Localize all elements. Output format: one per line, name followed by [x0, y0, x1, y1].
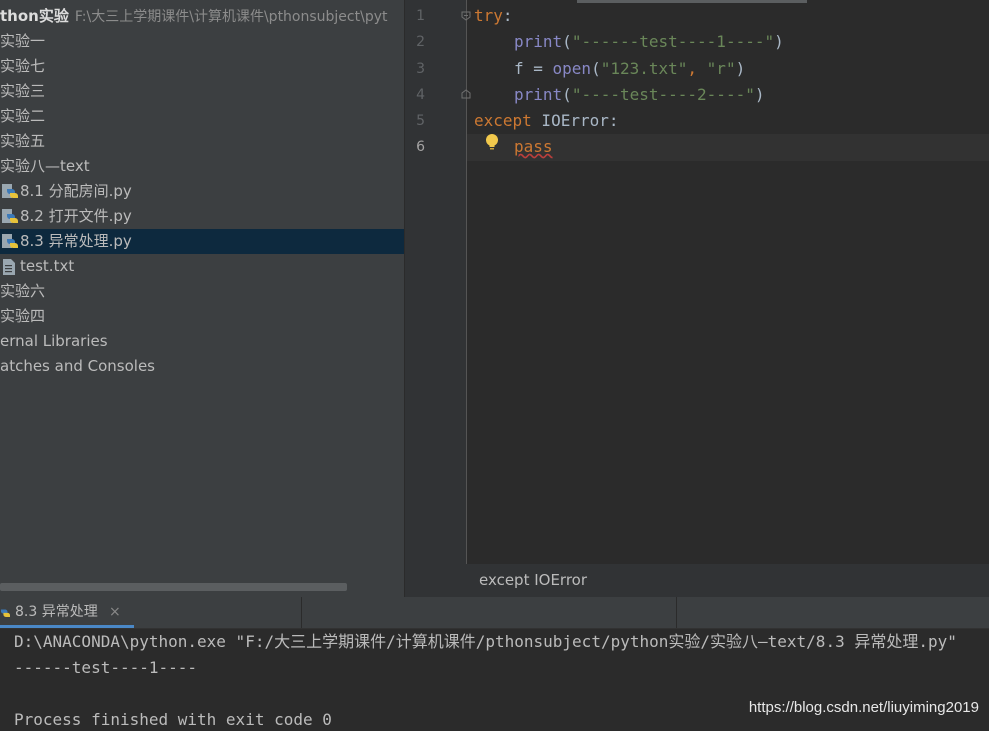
- builtin-open: open: [552, 59, 592, 78]
- string-literal: "123.txt": [600, 59, 688, 78]
- punctuation: (: [591, 59, 601, 78]
- code-line-1: try:: [474, 3, 513, 29]
- run-tab-bar: 8.3 异常处理 ×: [0, 597, 989, 629]
- tree-item-label: 8.2 打开文件.py: [20, 207, 132, 225]
- lightbulb-icon[interactable]: [484, 133, 500, 153]
- tree-item-exp1[interactable]: 实验一: [0, 29, 404, 54]
- python-file-icon: [2, 184, 18, 198]
- tree-item-file-8-1[interactable]: 8.1 分配房间.py: [0, 179, 404, 204]
- project-horizontal-scrollbar[interactable]: [0, 583, 347, 591]
- console-line: D:\ANACONDA\python.exe "F:/大三上学期课件/计算机课件…: [14, 632, 957, 651]
- run-tab[interactable]: 8.3 异常处理 ×: [0, 597, 134, 628]
- punctuation: ,: [687, 59, 707, 78]
- punctuation: ): [735, 59, 746, 78]
- text-file-icon: [3, 259, 15, 275]
- tree-item-label: atches and Consoles: [0, 357, 155, 375]
- code-editor[interactable]: 1 2 3 4 5 6 try: print("------test----1-…: [405, 0, 989, 564]
- python-file-icon: [2, 209, 18, 223]
- tree-item-label: 实验一: [0, 32, 46, 50]
- fold-marker-icon[interactable]: [461, 11, 471, 21]
- keyword-except: except: [474, 111, 532, 130]
- project-root-name: thon实验: [0, 7, 69, 25]
- tree-item-label: test.txt: [20, 257, 75, 275]
- tree-item-label: 实验二: [0, 107, 46, 125]
- python-file-icon: [2, 234, 18, 248]
- fold-marker-icon[interactable]: [461, 89, 471, 99]
- project-tool-window: thon实验 F:\大三上学期课件\计算机课件\pthonsubject\pyt …: [0, 0, 404, 597]
- tree-item-file-test[interactable]: test.txt: [0, 254, 404, 279]
- tree-item-file-8-3[interactable]: 8.3 异常处理.py: [0, 229, 404, 254]
- tree-item-label: 实验六: [0, 282, 46, 300]
- breadcrumb-item[interactable]: except IOError: [479, 564, 587, 597]
- tab-active-indicator: [0, 625, 134, 628]
- close-icon[interactable]: ×: [109, 597, 121, 627]
- code-line-4: print("----test----2----"): [514, 82, 764, 108]
- tree-item-exp5[interactable]: 实验五: [0, 129, 404, 154]
- line-number: 2: [416, 34, 425, 50]
- line-number: 4: [416, 87, 425, 103]
- keyword-try: try: [474, 6, 503, 25]
- string-literal: "------test----1----": [571, 32, 775, 51]
- punctuation: (: [562, 32, 572, 51]
- punctuation: ): [774, 32, 784, 51]
- line-number: 3: [416, 61, 425, 77]
- tree-item-exp7[interactable]: 实验七: [0, 54, 404, 79]
- tree-item-label: 实验七: [0, 57, 46, 75]
- code-line-3: f = open("123.txt", "r"): [514, 56, 745, 82]
- keyword-pass: pass: [514, 137, 553, 156]
- punctuation: ): [754, 85, 765, 104]
- tree-item-exp8[interactable]: 实验八—text: [0, 154, 404, 179]
- code-line-5: except IOError:: [474, 108, 619, 134]
- tree-item-exp4[interactable]: 实验四: [0, 304, 404, 329]
- watermark: https://blog.csdn.net/liuyiming2019: [748, 699, 979, 716]
- console-line: Process finished with exit code 0: [14, 710, 332, 729]
- string-literal: "----test----2----": [571, 85, 755, 104]
- tree-item-label: 实验三: [0, 82, 46, 100]
- punctuation: :: [502, 6, 513, 25]
- line-number: 6: [416, 139, 425, 155]
- tree-item-label: 实验八—text: [0, 157, 90, 175]
- code-line-6: pass: [514, 134, 553, 160]
- builtin-print: print: [514, 32, 563, 51]
- editor-gutter: 1 2 3 4 5 6: [405, 0, 471, 564]
- punctuation: (: [562, 85, 572, 104]
- builtin-print: print: [514, 85, 563, 104]
- tree-item-label: ernal Libraries: [0, 332, 108, 350]
- tree-root[interactable]: thon实验 F:\大三上学期课件\计算机课件\pthonsubject\pyt: [0, 4, 404, 29]
- punctuation: :: [608, 111, 619, 130]
- tree-item-scratches[interactable]: atches and Consoles: [0, 354, 404, 379]
- tree-item-label: 实验五: [0, 132, 46, 150]
- line-number: 5: [416, 113, 425, 129]
- string-literal: "r": [706, 59, 736, 78]
- tree-item-exp3[interactable]: 实验三: [0, 79, 404, 104]
- line-number: 1: [416, 8, 425, 24]
- tree-item-exp6[interactable]: 实验六: [0, 279, 404, 304]
- tree-item-label: 8.3 异常处理.py: [20, 232, 132, 250]
- tree-item-external-libraries[interactable]: ernal Libraries: [0, 329, 404, 354]
- console-line: ------test----1----: [14, 658, 198, 677]
- project-root-path: F:\大三上学期课件\计算机课件\pthonsubject\pyt: [74, 9, 388, 25]
- code-line-2: print("------test----1----"): [514, 29, 784, 55]
- tab-divider: [301, 597, 302, 628]
- tree-item-file-8-2[interactable]: 8.2 打开文件.py: [0, 204, 404, 229]
- tree-item-label: 8.1 分配房间.py: [20, 182, 132, 200]
- tab-divider: [676, 597, 677, 628]
- exception-name: IOError: [531, 111, 609, 130]
- breadcrumb[interactable]: except IOError: [405, 564, 989, 597]
- assignment: f =: [514, 59, 553, 78]
- tree-item-exp2[interactable]: 实验二: [0, 104, 404, 129]
- run-tab-label: 8.3 异常处理: [15, 604, 98, 620]
- tree-item-label: 实验四: [0, 307, 46, 325]
- python-file-icon: [0, 609, 10, 617]
- editor-scroll-indicator[interactable]: [577, 0, 807, 3]
